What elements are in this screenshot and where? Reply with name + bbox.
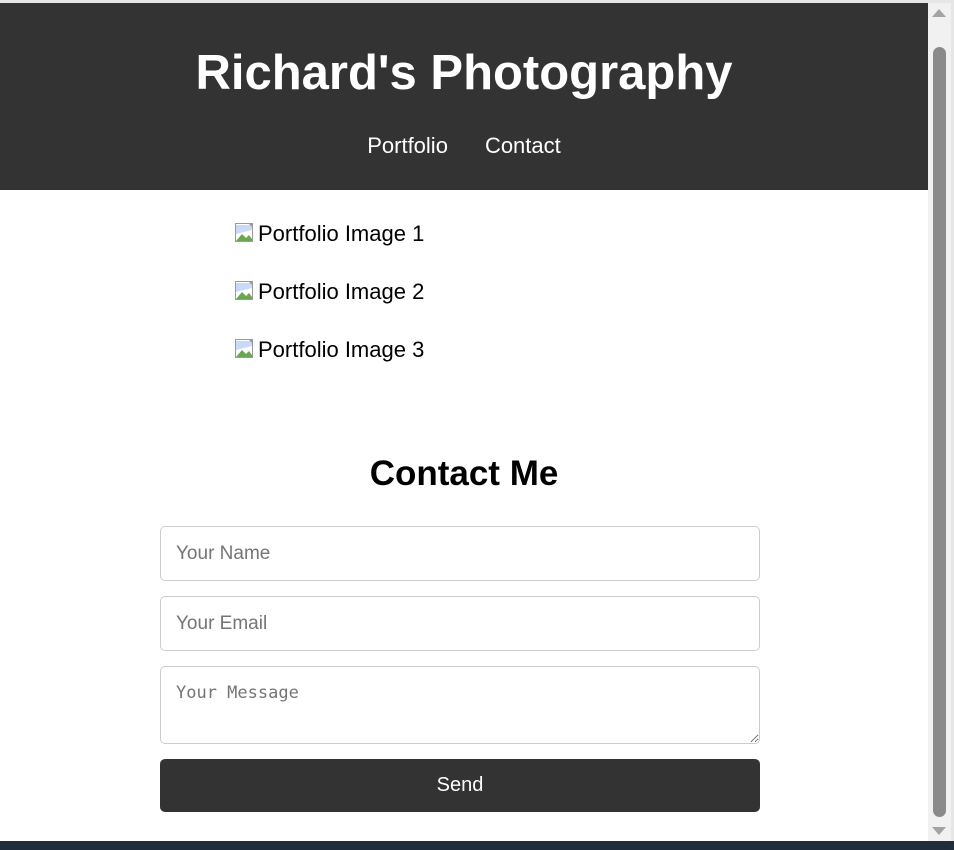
contact-heading: Contact Me — [369, 454, 559, 493]
portfolio-image-alt: Portfolio Image 1 — [258, 221, 425, 246]
email-input[interactable] — [160, 596, 760, 651]
portfolio-image-2: Portfolio Image 2 — [234, 276, 734, 308]
portfolio-section: Portfolio Image 1 Portfolio Image 2 Port… — [234, 218, 734, 392]
nav-link-contact[interactable]: Contact — [485, 131, 561, 161]
broken-image-icon — [234, 280, 258, 304]
vertical-scrollbar[interactable] — [928, 3, 951, 841]
nav-link-portfolio[interactable]: Portfolio — [367, 131, 448, 161]
main-nav: Portfolio Contact — [0, 131, 928, 161]
broken-image-icon — [234, 338, 258, 362]
name-input[interactable] — [160, 526, 760, 581]
browser-viewport: Richard's Photography Portfolio Contact … — [0, 0, 954, 850]
scroll-up-arrow-icon[interactable] — [932, 9, 946, 17]
site-header: Richard's Photography Portfolio Contact — [0, 3, 928, 190]
portfolio-image-alt: Portfolio Image 2 — [258, 279, 425, 304]
portfolio-image-alt: Portfolio Image 3 — [258, 337, 425, 362]
message-textarea[interactable] — [160, 666, 760, 744]
bottom-border — [0, 841, 954, 850]
site-title: Richard's Photography — [195, 46, 733, 100]
send-button[interactable]: Send — [160, 759, 760, 812]
scrollbar-thumb[interactable] — [933, 47, 946, 817]
scroll-down-arrow-icon[interactable] — [932, 827, 946, 835]
broken-image-icon — [234, 222, 258, 246]
portfolio-image-1: Portfolio Image 1 — [234, 218, 734, 250]
portfolio-image-3: Portfolio Image 3 — [234, 334, 734, 366]
